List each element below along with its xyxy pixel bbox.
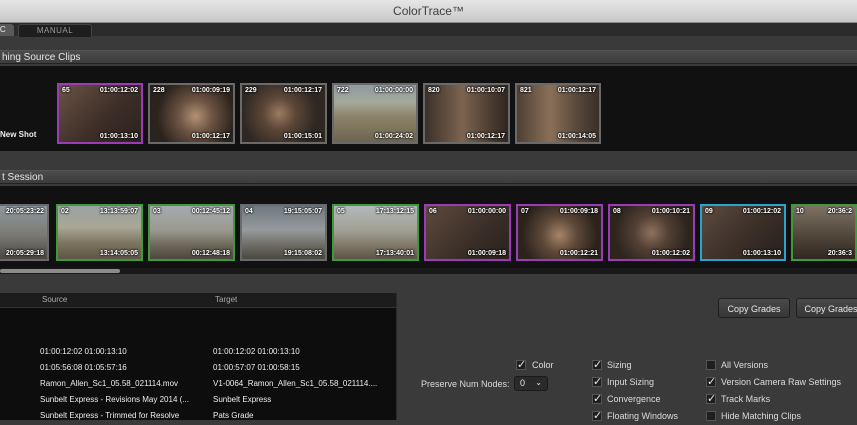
- checkmark-icon: ✓: [517, 359, 527, 371]
- session-clip[interactable]: 02 13:13:59:07 13:14:05:05: [56, 204, 143, 261]
- table-row[interactable]: Sunbelt Express - Revisions May 2014 (..…: [0, 395, 396, 409]
- convergence-checkbox[interactable]: ✓: [592, 393, 603, 405]
- tab-manual[interactable]: MANUAL: [18, 24, 92, 37]
- track-marks-checkbox[interactable]: ✓: [706, 393, 717, 405]
- column-target[interactable]: Target: [215, 293, 237, 307]
- matching-clips-strip: New Shot 65 01:00:12:02 01:00:13:10 228 …: [0, 66, 857, 151]
- track-marks-label: Track Marks: [721, 394, 771, 404]
- preserve-num-nodes-label: Preserve Num Nodes:: [421, 379, 510, 389]
- matching-clip[interactable]: 228 01:00:09:19 01:00:12:17: [148, 83, 235, 144]
- matching-clip[interactable]: 229 01:00:12:17 01:00:15:01: [240, 83, 327, 144]
- session-clip[interactable]: 10 20:36:2 20:36:3: [791, 204, 857, 261]
- table-row[interactable]: Sunbelt Express - Trimmed for Resolve Pa…: [0, 411, 396, 425]
- session-scrollbar-thumb[interactable]: [0, 269, 120, 273]
- sizing-label: Sizing: [607, 360, 632, 370]
- session-clip[interactable]: 08 01:00:10:21 01:00:12:02: [608, 204, 695, 261]
- version-camera-raw-checkbox[interactable]: ✓: [706, 376, 717, 388]
- current-session-header: t Session: [0, 170, 857, 184]
- session-clip[interactable]: 20:05:23:22 20:05:29:18: [0, 204, 49, 261]
- matching-source-clips-header: hing Source Clips: [0, 50, 857, 64]
- session-clip[interactable]: 06 01:00:00:00 01:00:09:18: [424, 204, 511, 261]
- session-clip[interactable]: 04 19:15:05:07 19:15:08:02: [240, 204, 327, 261]
- session-clips-strip: 20:05:23:22 20:05:29:18 02 13:13:59:07 1…: [0, 186, 857, 274]
- input-sizing-label: Input Sizing: [607, 377, 655, 387]
- matching-clip[interactable]: 65 01:00:12:02 01:00:13:10: [57, 83, 143, 144]
- new-shot-label: New Shot: [0, 130, 37, 139]
- column-source[interactable]: Source: [42, 293, 67, 307]
- color-label: Color: [532, 360, 554, 370]
- table-row[interactable]: 01:00:12:02 01:00:13:10 01:00:12:02 01:0…: [0, 347, 396, 361]
- checkmark-icon: ✓: [707, 393, 717, 405]
- checkmark-icon: ✓: [593, 376, 603, 388]
- all-versions-checkbox[interactable]: [706, 360, 716, 370]
- all-versions-label: All Versions: [721, 360, 769, 370]
- input-sizing-checkbox[interactable]: ✓: [592, 376, 603, 388]
- session-clip[interactable]: 09 01:00:12:02 01:00:13:10: [700, 204, 786, 261]
- convergence-label: Convergence: [607, 394, 661, 404]
- tab-auto[interactable]: C: [0, 24, 14, 36]
- matching-clip[interactable]: 820 01:00:10:07 01:00:12:17: [423, 83, 510, 144]
- matching-clip[interactable]: 722 01:00:00:00 01:00:24:02: [332, 83, 418, 144]
- session-clip[interactable]: 05 17:13:12:15 17:13:40:01: [332, 204, 419, 261]
- checkmark-icon: ✓: [593, 393, 603, 405]
- tab-strip: C MANUAL: [0, 23, 857, 37]
- copy-grades-button[interactable]: Copy Grades: [718, 298, 790, 318]
- checkmark-icon: ✓: [593, 359, 603, 371]
- copy-grades-button-secondary[interactable]: Copy Grades: [796, 298, 857, 318]
- color-checkbox[interactable]: ✓: [516, 359, 527, 371]
- version-camera-raw-label: Version Camera Raw Settings: [721, 377, 842, 387]
- chevron-down-icon: ⌄: [535, 378, 542, 387]
- checkmark-icon: ✓: [593, 410, 603, 422]
- table-row[interactable]: Ramon_Allen_Sc1_05.58_021114.mov V1-0064…: [0, 379, 396, 393]
- sizing-checkbox[interactable]: ✓: [592, 359, 603, 371]
- table-header: Source Target: [0, 293, 396, 308]
- preserve-num-nodes-select[interactable]: 0 ⌄: [514, 376, 548, 391]
- match-table: Source Target 01:00:12:02 01:00:13:10 01…: [0, 293, 397, 420]
- table-row[interactable]: 01:05:56:08 01:05:57:16 01:00:57:07 01:0…: [0, 363, 396, 377]
- session-clip[interactable]: 07 01:00:09:18 01:00:12:21: [516, 204, 603, 261]
- checkmark-icon: ✓: [707, 376, 717, 388]
- session-clip[interactable]: 03 00:12:45:12 00:12:48:18: [148, 204, 235, 261]
- session-scrollbar[interactable]: [0, 268, 857, 274]
- matching-clip[interactable]: 821 01:00:12:17 01:00:14:05: [515, 83, 601, 144]
- window-title: ColorTrace™: [0, 0, 857, 23]
